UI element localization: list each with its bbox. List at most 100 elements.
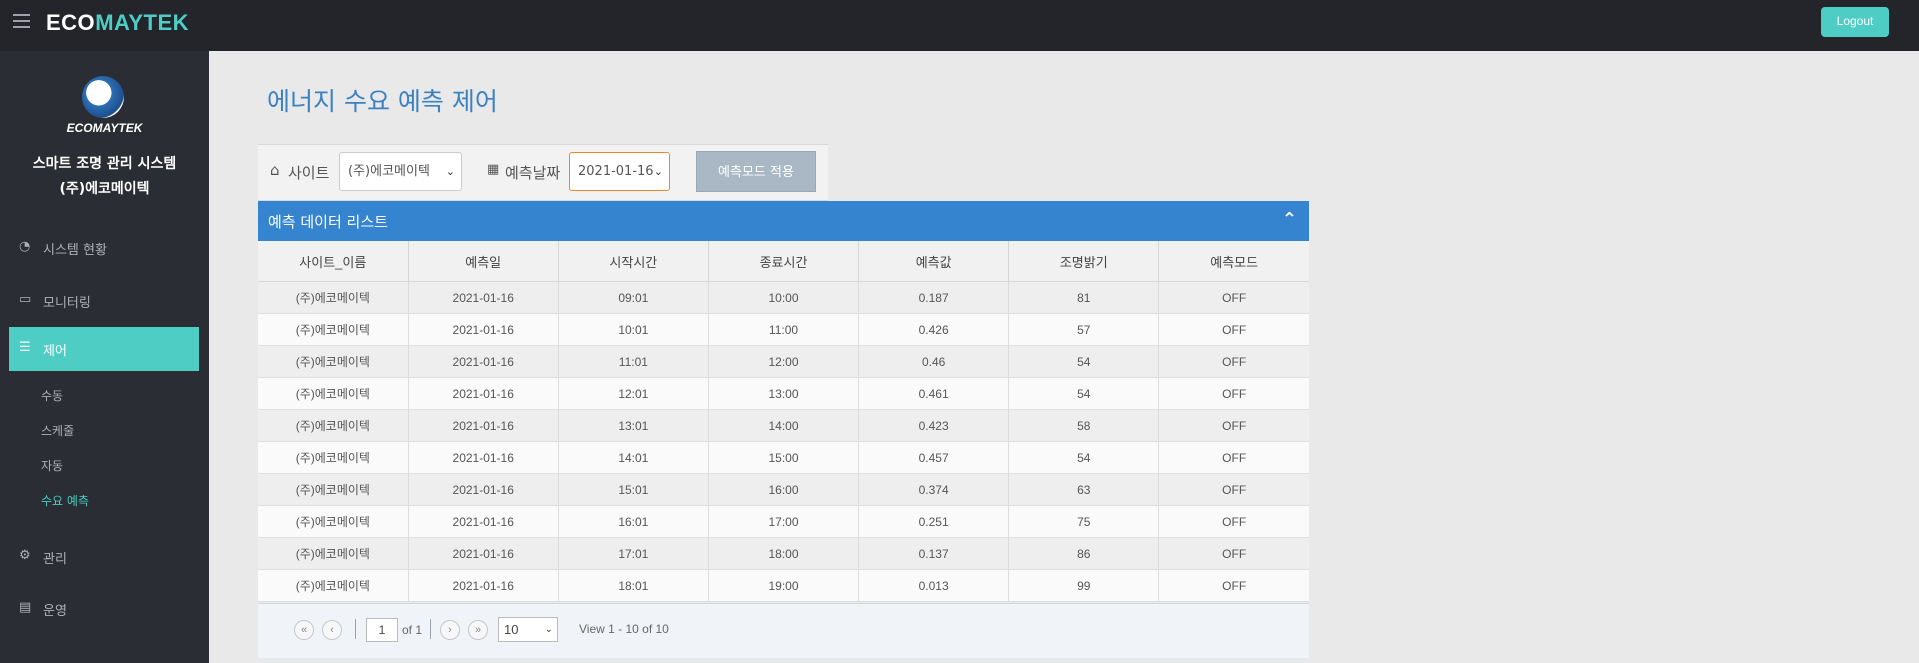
table-cell: 16:00 — [708, 473, 860, 506]
table-row[interactable]: (주)에코메이텍 2021-01-16 11:01 12:00 0.46 54 OFF — [258, 345, 1309, 378]
table-cell: 0.013 — [858, 569, 1010, 602]
table-cell: OFF — [1158, 473, 1309, 506]
pager: « ‹ 1 of 1 › » 10 ⌄ View 1 - 10 of 10 — [258, 603, 1309, 658]
sidebar-item-monitoring[interactable]: ▭ 모니터링 — [9, 279, 199, 323]
table-cell: OFF — [1158, 377, 1309, 410]
table-cell: 0.251 — [858, 505, 1010, 538]
column-header[interactable]: 시작시간 — [558, 241, 709, 282]
table-cell: (주)에코메이텍 — [258, 345, 409, 378]
separator — [355, 619, 356, 639]
table-row[interactable]: (주)에코메이텍 2021-01-16 09:01 10:00 0.187 81 OFF — [258, 281, 1309, 314]
sidebar-item-control[interactable]: ☰ 제어 — [9, 327, 199, 371]
table-cell: 54 — [1008, 441, 1160, 474]
brand-logo[interactable]: ECOMAYTEK — [46, 10, 189, 36]
date-select[interactable]: 2021-01-16 ⌄ — [569, 152, 670, 191]
table-cell: 10:00 — [708, 281, 860, 314]
page-count-text: of 1 — [402, 623, 423, 637]
logo-text: ECOMAYTEK — [66, 121, 143, 135]
column-header[interactable]: 사이트_이름 — [258, 241, 409, 282]
separator — [430, 619, 431, 639]
submenu-manual[interactable]: 수동 — [41, 387, 63, 404]
table-cell: OFF — [1158, 505, 1309, 538]
panel-title: 예측 데이터 리스트 — [268, 213, 388, 231]
submenu-demand-forecast[interactable]: 수요 예측 — [41, 492, 89, 509]
table-cell: 09:01 — [558, 281, 709, 314]
sidebar-item-label: 모니터링 — [43, 296, 91, 311]
table-cell: OFF — [1158, 441, 1309, 474]
table-row[interactable]: (주)에코메이텍 2021-01-16 14:01 15:00 0.457 54 OFF — [258, 441, 1309, 474]
table-cell: 18:01 — [558, 569, 709, 602]
last-page-icon[interactable]: » — [468, 620, 488, 640]
table-cell: 16:01 — [558, 505, 709, 538]
table-row[interactable]: (주)에코메이텍 2021-01-16 16:01 17:00 0.251 75 OFF — [258, 505, 1309, 538]
table-cell: 15:00 — [708, 441, 860, 474]
panel-header: 예측 데이터 리스트 ⌃ — [258, 201, 1309, 241]
column-header[interactable]: 예측모드 — [1158, 241, 1309, 282]
table-cell: 2021-01-16 — [408, 441, 559, 474]
page-number-input[interactable]: 1 — [366, 618, 398, 642]
table-row[interactable]: (주)에코메이텍 2021-01-16 12:01 13:00 0.461 54 OFF — [258, 377, 1309, 410]
company-name: (주)에코메이텍 — [59, 181, 150, 197]
sidebar: ECOMAYTEK 스마트 조명 관리 시스템 (주)에코메이텍 ◔ 시스템 현… — [0, 51, 209, 663]
table-cell: 81 — [1008, 281, 1160, 314]
chevron-down-icon: ⌄ — [653, 165, 663, 178]
table-cell: 11:01 — [558, 345, 709, 378]
table-cell: OFF — [1158, 409, 1309, 442]
forecast-table: 사이트_이름 예측일 시작시간 종료시간 예측값 조명밝기 예측모드 (주)에코… — [258, 241, 1309, 602]
table-cell: 63 — [1008, 473, 1160, 506]
table-cell: 2021-01-16 — [408, 505, 559, 538]
table-cell: 99 — [1008, 569, 1160, 602]
company-logo — [82, 76, 124, 118]
sidebar-item-operation[interactable]: ▤ 운영 — [9, 587, 199, 631]
table-cell: (주)에코메이텍 — [258, 569, 409, 602]
table-cell: 14:00 — [708, 409, 860, 442]
sidebar-item-label: 운영 — [43, 604, 67, 619]
table-cell: 0.423 — [858, 409, 1010, 442]
logout-button[interactable]: Logout — [1821, 7, 1889, 37]
table-cell: 2021-01-16 — [408, 409, 559, 442]
menu-toggle-icon[interactable] — [13, 14, 30, 28]
column-header[interactable]: 예측값 — [858, 241, 1010, 282]
table-cell: 2021-01-16 — [408, 569, 559, 602]
table-cell: 2021-01-16 — [408, 345, 559, 378]
column-header[interactable]: 조명밝기 — [1008, 241, 1160, 282]
table-row[interactable]: (주)에코메이텍 2021-01-16 17:01 18:00 0.137 86 OFF — [258, 537, 1309, 570]
prev-page-icon[interactable]: ‹ — [322, 620, 342, 640]
chevron-down-icon: ⌄ — [544, 624, 553, 635]
column-header[interactable]: 예측일 — [408, 241, 559, 282]
dashboard-icon: ◔ — [19, 239, 31, 254]
table-cell: OFF — [1158, 281, 1309, 314]
submenu-schedule[interactable]: 스케줄 — [41, 422, 74, 439]
apply-forecast-mode-button[interactable]: 예측모드 적용 — [696, 151, 816, 192]
table-cell: 54 — [1008, 377, 1160, 410]
table-row[interactable]: (주)에코메이텍 2021-01-16 15:01 16:00 0.374 63 OFF — [258, 473, 1309, 506]
top-bar: ECOMAYTEK Logout — [0, 0, 1919, 51]
next-page-icon[interactable]: › — [440, 620, 460, 640]
page-title: 에너지 수요 예측 제어 — [267, 87, 498, 116]
table-row[interactable]: (주)에코메이텍 2021-01-16 13:01 14:00 0.423 58 OFF — [258, 409, 1309, 442]
first-page-icon[interactable]: « — [294, 620, 314, 640]
page-size-select[interactable]: 10 ⌄ — [498, 617, 558, 642]
column-header[interactable]: 종료시간 — [708, 241, 860, 282]
table-cell: 57 — [1008, 313, 1160, 346]
chevron-up-icon[interactable]: ⌃ — [1282, 209, 1297, 230]
table-cell: 18:00 — [708, 537, 860, 570]
table-cell: 86 — [1008, 537, 1160, 570]
monitor-icon: ▭ — [19, 292, 32, 307]
table-cell: (주)에코메이텍 — [258, 473, 409, 506]
table-cell: (주)에코메이텍 — [258, 313, 409, 346]
table-cell: 11:00 — [708, 313, 860, 346]
table-cell: 17:01 — [558, 537, 709, 570]
site-select[interactable]: (주)에코메이텍 ⌄ — [339, 152, 462, 191]
sidebar-item-status[interactable]: ◔ 시스템 현황 — [9, 226, 199, 270]
view-range-text: View 1 - 10 of 10 — [579, 622, 669, 636]
table-cell: 14:01 — [558, 441, 709, 474]
table-cell: 15:01 — [558, 473, 709, 506]
table-cell: 58 — [1008, 409, 1160, 442]
table-cell: 0.374 — [858, 473, 1010, 506]
table-cell: 75 — [1008, 505, 1160, 538]
table-row[interactable]: (주)에코메이텍 2021-01-16 10:01 11:00 0.426 57 OFF — [258, 313, 1309, 346]
submenu-auto[interactable]: 자동 — [41, 457, 63, 474]
table-row[interactable]: (주)에코메이텍 2021-01-16 18:01 19:00 0.013 99 OFF — [258, 569, 1309, 602]
sidebar-item-management[interactable]: ⚙ 관리 — [9, 535, 199, 579]
